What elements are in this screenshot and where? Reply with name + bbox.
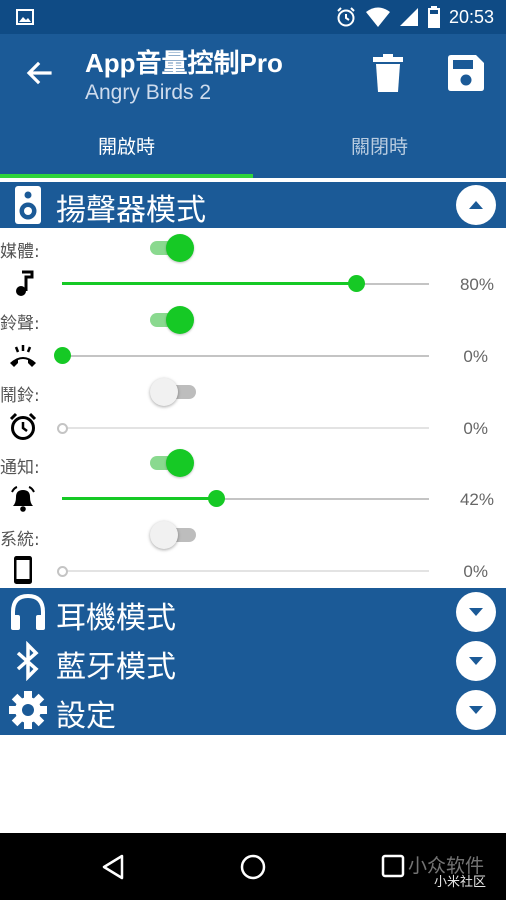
alarm-volume-slider[interactable] <box>57 418 429 438</box>
system-toggle[interactable] <box>150 520 212 550</box>
battery-icon <box>427 6 440 28</box>
media-label: 媒體: <box>0 242 40 262</box>
wifi-icon <box>365 7 390 27</box>
trash-icon[interactable] <box>372 54 404 92</box>
media-volume-percent: 80% <box>459 275 494 294</box>
headphone-mode-label: 耳機模式 <box>56 601 176 636</box>
settings-header[interactable]: 設定 <box>0 686 506 735</box>
bluetooth-icon <box>16 641 39 681</box>
collapsed-sections-panel: 耳機模式 藍牙模式 設定 <box>0 588 506 735</box>
app-bar: App音量控制Pro Angry Birds 2 <box>0 34 506 112</box>
speaker-mode-header[interactable]: 揚聲器模式 <box>0 182 506 228</box>
gear-icon <box>9 691 47 729</box>
status-time: 20:53 <box>448 6 494 27</box>
page-title: App音量控制Pro <box>85 48 283 78</box>
tab-bar: 開啟時 關閉時 <box>0 112 506 178</box>
speaker-mode-label: 揚聲器模式 <box>56 193 206 228</box>
system-nav-bar: 小众软件 小米社区 <box>0 833 506 900</box>
system-volume-percent: 0% <box>463 562 488 581</box>
alarm-volume-percent: 0% <box>463 419 488 438</box>
media-toggle[interactable] <box>150 233 200 263</box>
bluetooth-mode-label: 藍牙模式 <box>56 650 176 685</box>
ringer-volume-percent: 0% <box>463 347 488 366</box>
signal-icon <box>399 8 418 26</box>
expand-headphone-button[interactable] <box>456 592 496 632</box>
collapse-button[interactable] <box>456 185 496 225</box>
alarm-clock-icon <box>9 412 37 440</box>
ringer-toggle[interactable] <box>150 305 200 335</box>
chevron-down-icon <box>469 657 483 665</box>
expand-settings-button[interactable] <box>456 690 496 730</box>
back-arrow-icon[interactable] <box>24 58 54 88</box>
ringer-icon <box>10 345 36 367</box>
alarm-toggle[interactable] <box>150 377 212 407</box>
chevron-down-icon <box>469 608 483 616</box>
tab-on-close[interactable]: 關閉時 <box>253 112 506 178</box>
media-volume-slider[interactable] <box>62 274 429 294</box>
music-note-icon <box>16 270 34 296</box>
ringer-volume-slider[interactable] <box>54 346 429 366</box>
notification-volume-percent: 42% <box>459 490 494 509</box>
chevron-up-icon <box>469 201 483 209</box>
home-nav-icon[interactable] <box>239 853 267 881</box>
headphones-icon <box>11 593 45 630</box>
back-nav-icon[interactable] <box>100 853 126 881</box>
ringer-label: 鈴聲: <box>0 314 40 334</box>
app-name-subtitle: Angry Birds 2 <box>85 81 212 104</box>
settings-label: 設定 <box>56 699 116 734</box>
notification-label: 通知: <box>0 458 40 478</box>
watermark-bottom: 小米社区 <box>434 875 487 890</box>
tab-on-open[interactable]: 開啟時 <box>0 112 253 178</box>
chevron-down-icon <box>469 706 483 714</box>
phone-icon <box>14 556 32 584</box>
image-notification-icon <box>16 9 34 25</box>
speaker-icon <box>15 186 41 224</box>
recents-nav-icon[interactable] <box>381 854 407 880</box>
active-tab-indicator <box>0 174 253 178</box>
expand-bluetooth-button[interactable] <box>456 641 496 681</box>
alarm-label: 鬧鈴: <box>0 386 40 406</box>
alarm-status-icon <box>337 7 355 27</box>
headphone-mode-header[interactable]: 耳機模式 <box>0 588 506 637</box>
system-label: 系統: <box>0 530 40 550</box>
status-bar: 20:53 <box>0 0 506 34</box>
notification-toggle[interactable] <box>150 448 200 478</box>
save-icon[interactable] <box>448 55 484 91</box>
system-volume-slider[interactable] <box>57 561 429 581</box>
bell-icon <box>11 486 35 512</box>
bluetooth-mode-header[interactable]: 藍牙模式 <box>0 637 506 686</box>
notification-volume-slider[interactable] <box>62 489 429 509</box>
